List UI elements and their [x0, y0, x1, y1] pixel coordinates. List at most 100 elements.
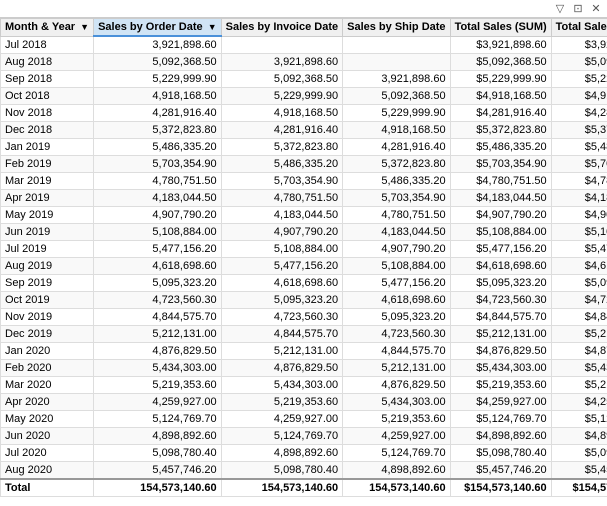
- table-row: Jan 2019 5,486,335.20 5,372,823.80 4,281…: [1, 139, 607, 156]
- total-ship: 154,573,140.60: [343, 479, 450, 497]
- cell-total-sum: $3,921,898.60: [450, 36, 551, 54]
- cell-total-sum: $5,219,353.60: [450, 377, 551, 394]
- cell-total-sumx: $4,183,044.50: [551, 190, 607, 207]
- table-row: Oct 2018 4,918,168.50 5,229,999.90 5,092…: [1, 88, 607, 105]
- table-row: May 2020 5,124,769.70 4,259,927.00 5,219…: [1, 411, 607, 428]
- cell-month: Aug 2020: [1, 462, 94, 480]
- close-icon[interactable]: ✕: [589, 2, 603, 16]
- cell-total-sumx: $5,372,823.80: [551, 122, 607, 139]
- cell-month: Apr 2019: [1, 190, 94, 207]
- cell-ship: 5,486,335.20: [343, 173, 450, 190]
- cell-total-sum: $4,844,575.70: [450, 309, 551, 326]
- table-row: Jun 2019 5,108,884.00 4,907,790.20 4,183…: [1, 224, 607, 241]
- cell-total-sumx: $5,108,884.00: [551, 224, 607, 241]
- cell-order: 4,281,916.40: [94, 105, 222, 122]
- cell-total-sumx: $4,898,892.60: [551, 428, 607, 445]
- cell-order: 5,092,368.50: [94, 54, 222, 71]
- cell-ship: 5,212,131.00: [343, 360, 450, 377]
- col-header-invoice[interactable]: Sales by Invoice Date: [221, 19, 343, 37]
- cell-ship: [343, 54, 450, 71]
- cell-order: 4,844,575.70: [94, 309, 222, 326]
- col-header-order[interactable]: Sales by Order Date ▼: [94, 19, 222, 37]
- cell-total-sum: $5,124,769.70: [450, 411, 551, 428]
- cell-order: 5,124,769.70: [94, 411, 222, 428]
- cell-order: 5,372,823.80: [94, 122, 222, 139]
- cell-ship: 5,219,353.60: [343, 411, 450, 428]
- cell-ship: 4,723,560.30: [343, 326, 450, 343]
- cell-invoice: 4,844,575.70: [221, 326, 343, 343]
- cell-month: Oct 2018: [1, 88, 94, 105]
- cell-invoice: 4,918,168.50: [221, 105, 343, 122]
- cell-ship: 3,921,898.60: [343, 71, 450, 88]
- expand-icon[interactable]: ⊡: [571, 2, 585, 16]
- cell-month: Mar 2020: [1, 377, 94, 394]
- cell-total-sumx: $4,618,698.60: [551, 258, 607, 275]
- table-row: Aug 2019 4,618,698.60 5,477,156.20 5,108…: [1, 258, 607, 275]
- table-row: Aug 2018 5,092,368.50 3,921,898.60 $5,09…: [1, 54, 607, 71]
- col-header-ship[interactable]: Sales by Ship Date: [343, 19, 450, 37]
- cell-ship: 4,780,751.50: [343, 207, 450, 224]
- cell-total-sumx: $5,095,323.20: [551, 275, 607, 292]
- total-sum: $154,573,140.60: [450, 479, 551, 497]
- cell-ship: 4,918,168.50: [343, 122, 450, 139]
- cell-ship: 4,259,927.00: [343, 428, 450, 445]
- cell-month: Mar 2019: [1, 173, 94, 190]
- cell-order: 5,457,746.20: [94, 462, 222, 480]
- cell-month: Jul 2020: [1, 445, 94, 462]
- cell-total-sum: $4,876,829.50: [450, 343, 551, 360]
- cell-total-sumx: $5,212,131.00: [551, 326, 607, 343]
- cell-order: 4,259,927.00: [94, 394, 222, 411]
- cell-invoice: 5,477,156.20: [221, 258, 343, 275]
- cell-ship: 5,703,354.90: [343, 190, 450, 207]
- cell-total-sum: $5,212,131.00: [450, 326, 551, 343]
- cell-order: 5,703,354.90: [94, 156, 222, 173]
- cell-total-sumx: $4,844,575.70: [551, 309, 607, 326]
- cell-total-sumx: $5,703,354.90: [551, 156, 607, 173]
- cell-ship: 5,092,368.50: [343, 88, 450, 105]
- cell-order: 5,212,131.00: [94, 326, 222, 343]
- cell-ship: 5,108,884.00: [343, 258, 450, 275]
- cell-total-sum: $4,183,044.50: [450, 190, 551, 207]
- cell-total-sum: $5,095,323.20: [450, 275, 551, 292]
- cell-month: Nov 2018: [1, 105, 94, 122]
- cell-month: Aug 2019: [1, 258, 94, 275]
- cell-month: Aug 2018: [1, 54, 94, 71]
- cell-total-sumx: $4,281,916.40: [551, 105, 607, 122]
- cell-invoice: 4,618,698.60: [221, 275, 343, 292]
- cell-total-sum: $5,108,884.00: [450, 224, 551, 241]
- cell-ship: 4,618,698.60: [343, 292, 450, 309]
- cell-month: Feb 2019: [1, 156, 94, 173]
- col-header-total-sum[interactable]: Total Sales (SUM): [450, 19, 551, 37]
- table-row: Dec 2018 5,372,823.80 4,281,916.40 4,918…: [1, 122, 607, 139]
- table-row: May 2019 4,907,790.20 4,183,044.50 4,780…: [1, 207, 607, 224]
- cell-total-sum: $4,723,560.30: [450, 292, 551, 309]
- cell-total-sumx: $5,219,353.60: [551, 377, 607, 394]
- cell-order: 5,486,335.20: [94, 139, 222, 156]
- cell-order: 5,229,999.90: [94, 71, 222, 88]
- cell-total-sum: $5,092,368.50: [450, 54, 551, 71]
- cell-invoice: 4,281,916.40: [221, 122, 343, 139]
- cell-ship: 5,372,823.80: [343, 156, 450, 173]
- table-row: Nov 2018 4,281,916.40 4,918,168.50 5,229…: [1, 105, 607, 122]
- col-header-total-sumx[interactable]: Total Sales (SUMX): [551, 19, 607, 37]
- cell-month: Sep 2019: [1, 275, 94, 292]
- cell-total-sumx: $4,723,560.30: [551, 292, 607, 309]
- cell-total-sum: $4,898,892.60: [450, 428, 551, 445]
- cell-order: 5,219,353.60: [94, 377, 222, 394]
- cell-ship: [343, 36, 450, 54]
- cell-invoice: 4,907,790.20: [221, 224, 343, 241]
- cell-month: Dec 2019: [1, 326, 94, 343]
- col-header-month[interactable]: Month & Year ▼: [1, 19, 94, 37]
- cell-invoice: 4,898,892.60: [221, 445, 343, 462]
- cell-order: 4,183,044.50: [94, 190, 222, 207]
- cell-total-sum: $4,259,927.00: [450, 394, 551, 411]
- cell-ship: 5,095,323.20: [343, 309, 450, 326]
- cell-ship: 4,281,916.40: [343, 139, 450, 156]
- table-row: Apr 2019 4,183,044.50 4,780,751.50 5,703…: [1, 190, 607, 207]
- sort-arrow-month: ▼: [80, 22, 89, 32]
- filter-icon[interactable]: ▽: [553, 2, 567, 16]
- cell-month: Oct 2019: [1, 292, 94, 309]
- cell-total-sumx: $3,921,898.60: [551, 36, 607, 54]
- cell-month: Nov 2019: [1, 309, 94, 326]
- cell-total-sumx: $4,876,829.50: [551, 343, 607, 360]
